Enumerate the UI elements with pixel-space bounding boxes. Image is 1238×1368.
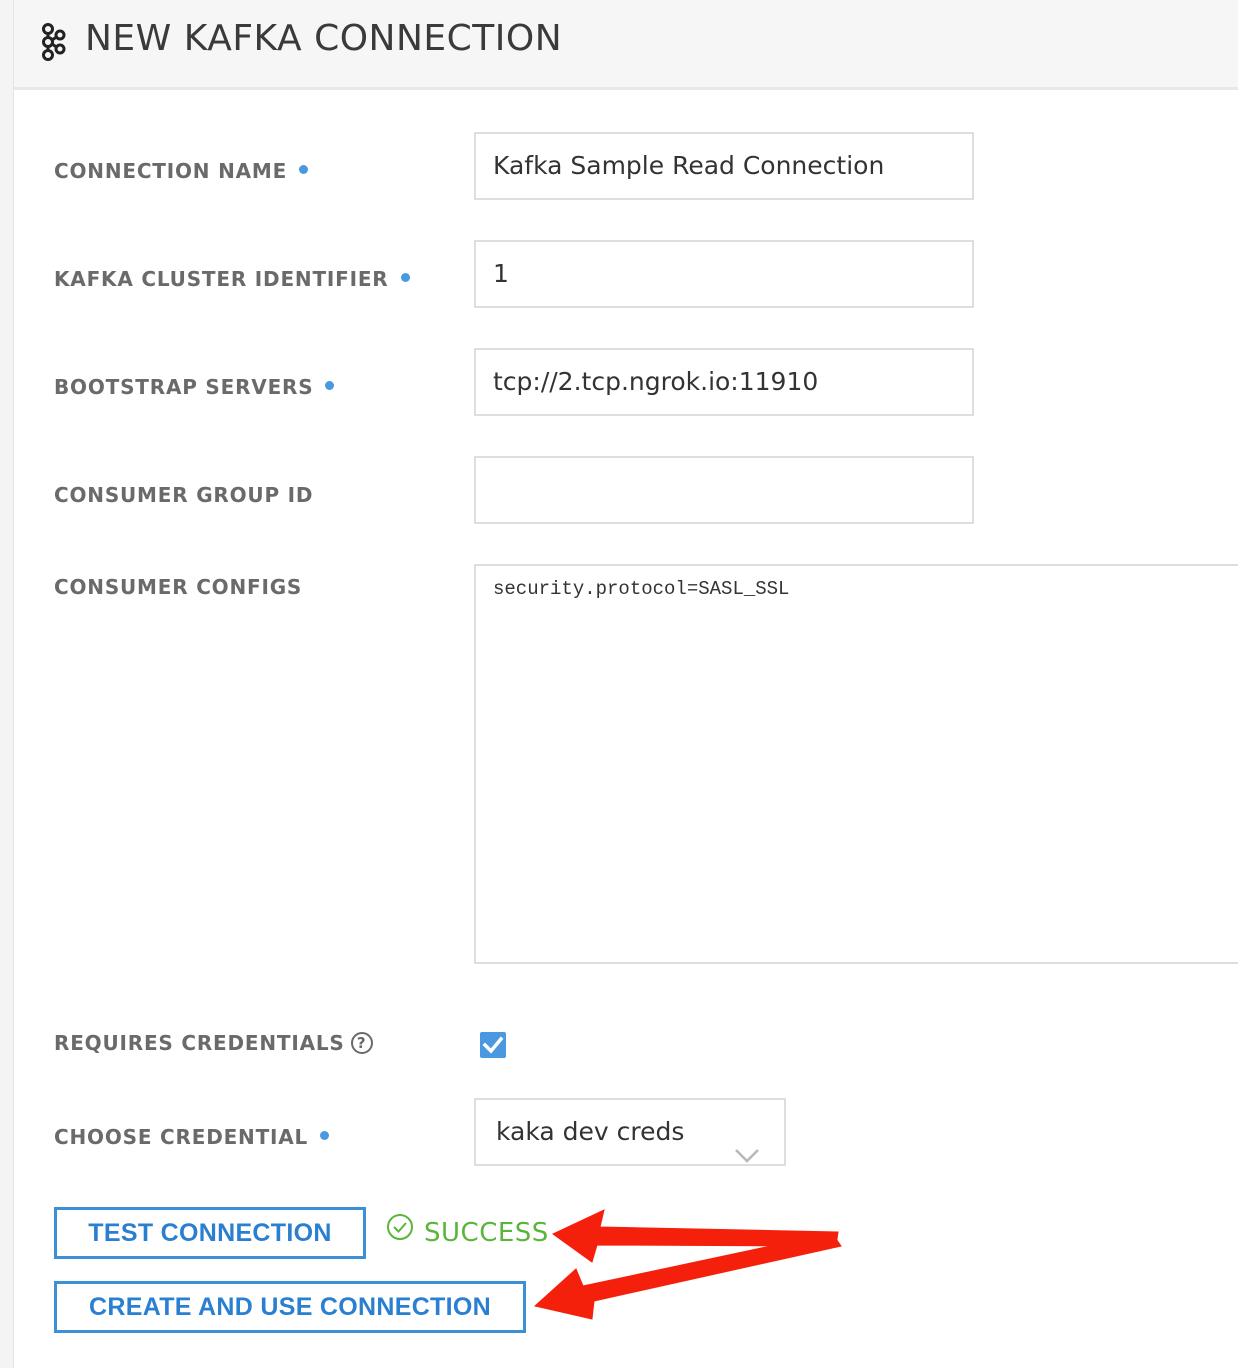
requires-credentials-label-text: REQUIRES CREDENTIALS xyxy=(54,1031,345,1055)
required-indicator xyxy=(320,1131,330,1140)
page-title: NEW KAFKA CONNECTION xyxy=(85,18,563,59)
choose-credential-label-text: CHOOSE CREDENTIAL xyxy=(54,1125,309,1149)
page-header: NEW KAFKA CONNECTION xyxy=(14,0,1238,90)
bootstrap-servers-input[interactable]: tcp://2.tcp.ngrok.io:11910 xyxy=(474,348,974,416)
choose-credential-label: CHOOSE CREDENTIAL xyxy=(54,1125,330,1149)
connection-name-label: CONNECTION NAME xyxy=(54,159,309,183)
consumer-configs-textarea[interactable]: security.protocol=SASL_SSL xyxy=(474,564,1238,964)
required-indicator xyxy=(325,381,335,390)
choose-credential-value: kaka dev creds xyxy=(496,1117,685,1146)
left-panel-edge xyxy=(0,0,14,1368)
cluster-identifier-label-text: KAFKA CLUSTER IDENTIFIER xyxy=(54,267,389,291)
kafka-icon xyxy=(38,22,68,62)
test-connection-button[interactable]: TEST CONNECTION xyxy=(54,1207,366,1259)
annotation-arrow-top xyxy=(552,1209,839,1263)
success-check-icon xyxy=(386,1213,414,1248)
checkmark-icon xyxy=(482,1036,504,1054)
cluster-identifier-input[interactable]: 1 xyxy=(474,240,974,308)
cluster-identifier-label: KAFKA CLUSTER IDENTIFIER xyxy=(54,267,410,291)
bootstrap-servers-label: BOOTSTRAP SERVERS xyxy=(54,375,335,399)
connection-name-label-text: CONNECTION NAME xyxy=(54,159,288,183)
help-icon[interactable]: ? xyxy=(350,1031,373,1054)
connection-status: SUCCESS xyxy=(386,1213,549,1251)
consumer-group-id-input[interactable] xyxy=(474,456,974,524)
consumer-group-id-label: CONSUMER GROUP ID xyxy=(54,483,314,507)
required-indicator xyxy=(299,165,309,174)
requires-credentials-label: REQUIRES CREDENTIALS? xyxy=(54,1031,373,1056)
connection-name-input[interactable]: Kafka Sample Read Connection xyxy=(474,132,974,200)
choose-credential-select[interactable]: kaka dev creds xyxy=(474,1098,786,1166)
required-indicator xyxy=(400,273,410,282)
requires-credentials-checkbox[interactable] xyxy=(480,1032,506,1058)
annotation-arrow-bottom xyxy=(533,1232,842,1320)
consumer-configs-label: CONSUMER CONFIGS xyxy=(54,575,303,599)
create-and-use-connection-button[interactable]: CREATE AND USE CONNECTION xyxy=(54,1281,526,1333)
bootstrap-servers-label-text: BOOTSTRAP SERVERS xyxy=(54,375,314,399)
chevron-down-icon xyxy=(734,1124,760,1188)
status-text: SUCCESS xyxy=(424,1218,549,1248)
